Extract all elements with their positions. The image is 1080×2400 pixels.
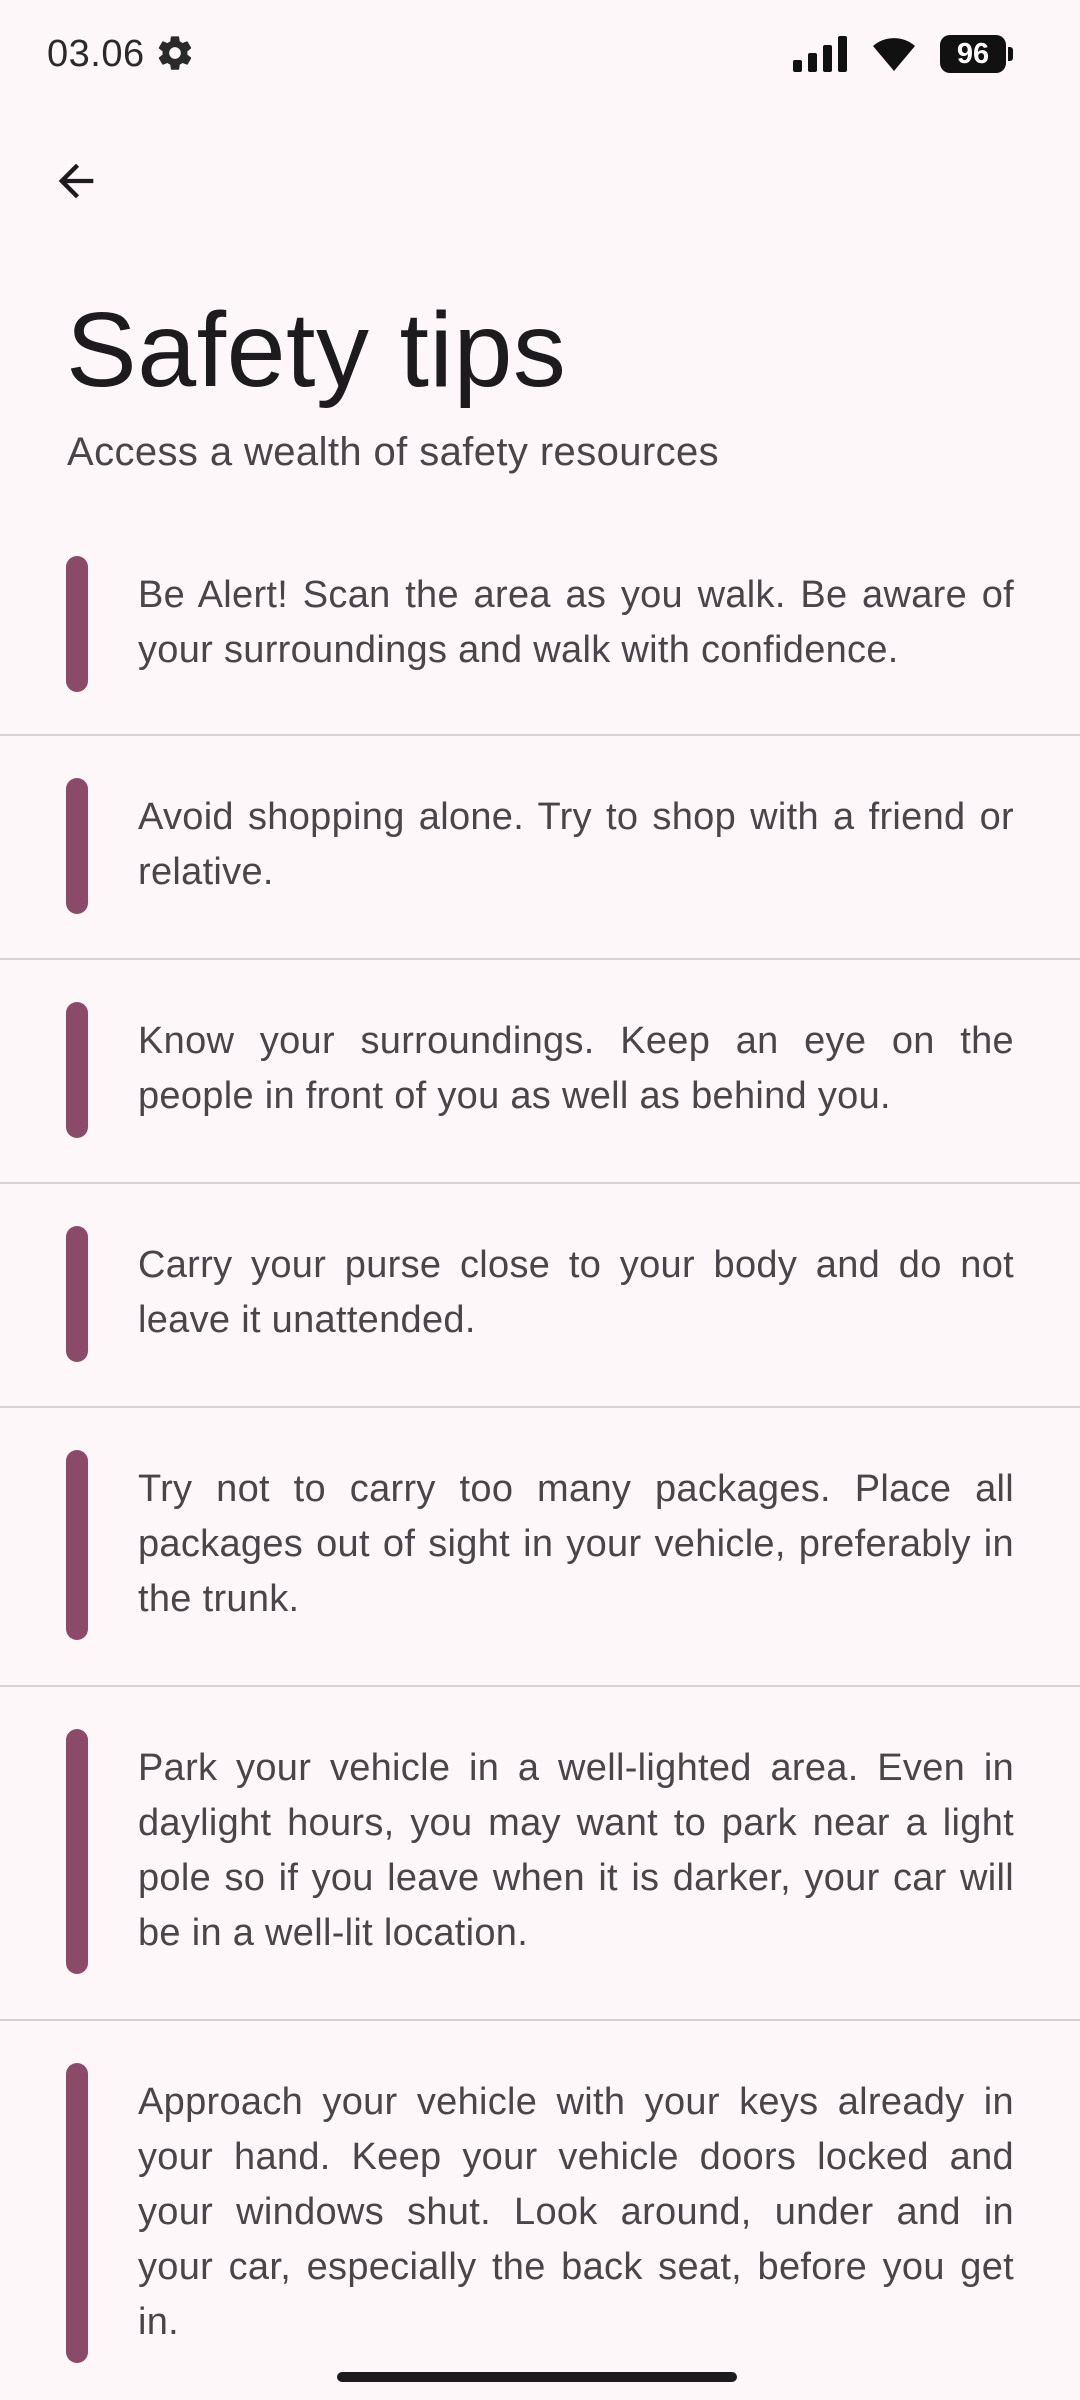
tip-text: Carry your purse close to your body and …	[138, 1244, 1014, 1341]
tip-item[interactable]: Carry your purse close to your body and …	[0, 1184, 1080, 1408]
tip-item[interactable]: Try not to carry too many packages. Plac…	[0, 1408, 1080, 1687]
tips-list: Be Alert! Scan the area as you walk. Be …	[0, 524, 1080, 2363]
page-title: Safety tips	[66, 291, 567, 409]
status-time: 03.06	[47, 33, 145, 75]
tip-text: Approach your vehicle with your keys alr…	[138, 2081, 1014, 2343]
tip-accent-bar	[66, 1226, 88, 1362]
status-bar: 03.06 96	[0, 0, 1080, 110]
tip-text: Know your surroundings. Keep an eye on t…	[138, 1020, 1014, 1117]
tip-text: Try not to carry too many packages. Plac…	[138, 1468, 1014, 1620]
wifi-icon	[870, 33, 918, 73]
battery-icon: 96	[940, 35, 1014, 73]
arrow-back-icon	[50, 155, 102, 212]
tip-text: Park your vehicle in a well-lighted area…	[138, 1747, 1014, 1954]
tip-accent-bar	[66, 1729, 88, 1974]
tip-accent-bar	[66, 778, 88, 914]
battery-cap	[1008, 47, 1013, 61]
page-subtitle: Access a wealth of safety resources	[67, 430, 720, 474]
back-button[interactable]	[40, 147, 112, 219]
home-indicator[interactable]	[337, 2372, 737, 2382]
tip-item[interactable]: Know your surroundings. Keep an eye on t…	[0, 960, 1080, 1184]
settings-gear-icon	[155, 33, 195, 73]
tip-item[interactable]: Be Alert! Scan the area as you walk. Be …	[0, 524, 1080, 736]
tip-accent-bar	[66, 1450, 88, 1640]
battery-level: 96	[940, 35, 1006, 73]
tip-item[interactable]: Park your vehicle in a well-lighted area…	[0, 1687, 1080, 2021]
tip-accent-bar	[66, 556, 88, 692]
tip-item[interactable]: Avoid shopping alone. Try to shop with a…	[0, 736, 1080, 960]
tip-item[interactable]: Approach your vehicle with your keys alr…	[0, 2021, 1080, 2363]
tip-accent-bar	[66, 2063, 88, 2363]
tip-accent-bar	[66, 1002, 88, 1138]
tip-text: Avoid shopping alone. Try to shop with a…	[138, 796, 1014, 893]
signal-bars-icon	[793, 36, 849, 72]
tip-text: Be Alert! Scan the area as you walk. Be …	[138, 574, 1014, 671]
